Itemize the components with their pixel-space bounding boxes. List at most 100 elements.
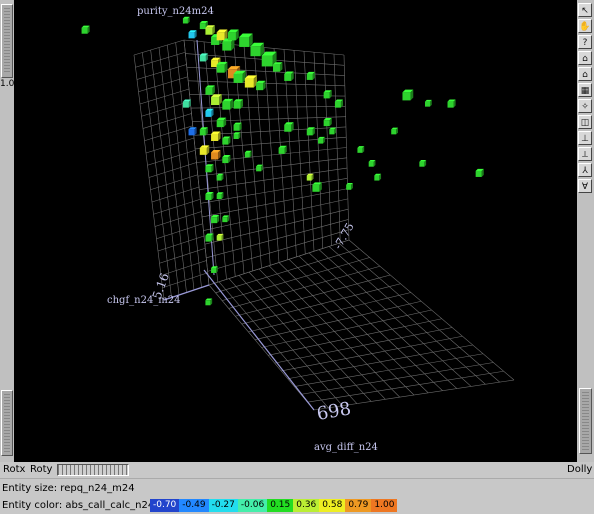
data-point-cube[interactable] [211, 94, 222, 106]
seek-icon[interactable]: ✧ [578, 99, 592, 113]
data-point-cube[interactable] [205, 298, 213, 306]
data-point-cube[interactable] [256, 80, 266, 91]
data-point-cube[interactable] [205, 85, 215, 95]
data-point-cube[interactable] [81, 25, 90, 34]
data-point-cube[interactable] [357, 146, 365, 153]
data-point-cube[interactable] [211, 266, 218, 273]
data-point-cube[interactable] [278, 145, 287, 154]
floor-grid-line [300, 362, 494, 395]
front-axis-line [203, 269, 315, 411]
orthographic-icon[interactable]: ⊥ [578, 131, 592, 145]
data-point-cube[interactable] [424, 99, 432, 107]
color-legend: -0.70 -0.49 -0.27 -0.06 0.15 0.36 0.58 0.79 1.00 [150, 499, 398, 512]
dolly-thumbwheel[interactable] [579, 388, 592, 454]
data-point-cube[interactable] [323, 118, 332, 127]
data-point-cube[interactable] [256, 164, 263, 172]
roty-thumbwheel[interactable] [57, 464, 129, 476]
legend-swatch: 0.15 [267, 499, 294, 512]
help-icon[interactable]: ? [578, 35, 592, 49]
data-point-cube[interactable] [346, 183, 353, 190]
data-point-cube[interactable] [216, 117, 227, 128]
data-point-cube[interactable] [272, 62, 283, 72]
data-point-cube[interactable] [182, 99, 191, 108]
data-point-cube[interactable] [306, 127, 315, 136]
data-point-cube[interactable] [205, 233, 214, 242]
view-z-icon[interactable]: Ɐ [578, 179, 592, 193]
data-point-cube[interactable] [211, 131, 221, 141]
view-y-icon[interactable]: ⅄ [578, 163, 592, 177]
data-point-cube[interactable] [222, 98, 234, 110]
data-point-cube[interactable] [306, 71, 315, 80]
data-point-cube[interactable] [188, 30, 197, 39]
floor-grid-line [222, 257, 370, 301]
data-point-cube[interactable] [312, 182, 322, 192]
data-point-cube[interactable] [233, 70, 246, 83]
data-point-cube[interactable] [233, 132, 241, 139]
data-point-cube[interactable] [216, 61, 228, 73]
data-point-cube[interactable] [233, 122, 242, 131]
back-wall-grid-line [197, 157, 347, 177]
view-all-icon[interactable]: ▦ [578, 83, 592, 97]
legend-swatch: -0.06 [237, 499, 268, 512]
data-point-cube[interactable] [447, 99, 456, 108]
data-point-cube[interactable] [227, 29, 239, 41]
set-home-icon[interactable]: ⌂ [578, 67, 592, 81]
data-point-cube[interactable] [250, 42, 264, 57]
data-point-cube[interactable] [368, 159, 376, 167]
legend-swatch: -0.27 [208, 499, 238, 512]
data-point-cube[interactable] [318, 136, 325, 144]
legend-swatch: -0.49 [179, 499, 209, 512]
data-point-cube[interactable] [222, 154, 231, 164]
view-x-icon[interactable]: ⟂ [578, 147, 592, 161]
data-point-cube[interactable] [239, 33, 253, 47]
data-point-cube[interactable] [334, 99, 344, 108]
data-point-cube[interactable] [284, 71, 294, 81]
right-axis-tick: -7.75 [331, 221, 356, 252]
left-scroll-thumb[interactable] [1, 4, 13, 78]
data-point-cube[interactable] [329, 127, 337, 135]
floor-grid-line [307, 370, 504, 403]
legend-swatch: 0.58 [319, 499, 346, 512]
pointer-icon[interactable]: ↖ [578, 3, 592, 17]
data-point-cube[interactable] [211, 150, 221, 160]
data-point-cube[interactable] [284, 122, 294, 132]
data-point-cube[interactable] [205, 191, 214, 201]
3d-viewport[interactable]: purity_n24m24 chgf_n24_m24 avg_diff_n24 … [14, 0, 577, 462]
data-point-cube[interactable] [205, 25, 215, 35]
home-icon[interactable]: ⌂ [578, 51, 592, 65]
data-point-cube[interactable] [222, 215, 230, 223]
data-point-cube[interactable] [216, 233, 224, 241]
data-point-cube[interactable] [306, 173, 314, 181]
back-wall-grid-line [183, 39, 345, 56]
perspective-icon[interactable]: ◫ [578, 115, 592, 129]
data-points [81, 16, 484, 306]
data-point-cube[interactable] [182, 16, 190, 24]
data-point-cube[interactable] [199, 53, 208, 62]
rotx-thumbwheel[interactable] [1, 390, 13, 456]
data-point-cube[interactable] [199, 145, 210, 155]
data-point-cube[interactable] [419, 159, 427, 167]
data-point-cube[interactable] [244, 75, 257, 88]
data-point-cube[interactable] [216, 173, 224, 181]
left-scrollbar[interactable] [0, 0, 14, 462]
data-point-cube[interactable] [188, 127, 197, 136]
data-point-cube[interactable] [323, 90, 332, 99]
data-point-cube[interactable] [222, 136, 231, 145]
data-point-cube[interactable] [233, 99, 244, 109]
floor-grid-line [268, 318, 442, 356]
data-point-cube[interactable] [244, 150, 252, 158]
data-point-cube[interactable] [205, 108, 214, 117]
back-wall-grid-line [200, 178, 348, 204]
scatter-3d-plot[interactable]: purity_n24m24 chgf_n24_m24 avg_diff_n24 … [14, 0, 577, 462]
data-point-cube[interactable] [391, 127, 398, 135]
entity-size-label: Entity size: repq_n24_m24 [2, 483, 135, 494]
data-point-cube[interactable] [199, 127, 208, 136]
data-point-cube[interactable] [402, 89, 414, 101]
hand-icon[interactable]: ✋ [578, 19, 592, 33]
data-point-cube[interactable] [374, 173, 382, 181]
data-point-cube[interactable] [475, 168, 484, 177]
floor-grid-line [287, 344, 473, 380]
data-point-cube[interactable] [205, 164, 214, 173]
data-point-cube[interactable] [211, 215, 220, 224]
data-point-cube[interactable] [216, 192, 224, 200]
